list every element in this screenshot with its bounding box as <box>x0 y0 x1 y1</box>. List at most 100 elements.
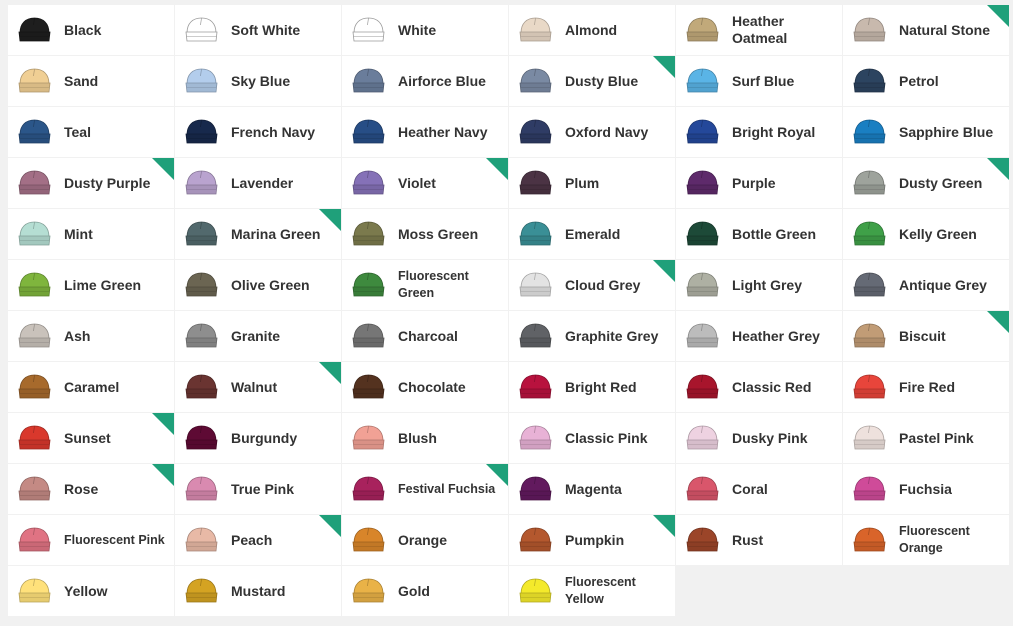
beanie-icon <box>18 221 51 246</box>
new-corner-badge <box>987 311 1009 333</box>
beanie-icon <box>352 323 385 348</box>
swatch-mint[interactable]: Mint <box>8 209 174 259</box>
beanie-icon <box>853 170 886 195</box>
swatch-chocolate[interactable]: Chocolate <box>342 362 508 412</box>
swatch-pastel-pink[interactable]: Pastel Pink <box>843 413 1009 463</box>
swatch-label: Kelly Green <box>899 225 977 242</box>
swatch-orange[interactable]: Orange <box>342 515 508 565</box>
swatch-true-pink[interactable]: True Pink <box>175 464 341 514</box>
new-corner-badge <box>486 464 508 486</box>
swatch-label: Emerald <box>565 225 621 242</box>
swatch-graphite-grey[interactable]: Graphite Grey <box>509 311 675 361</box>
swatch-peach[interactable]: Peach <box>175 515 341 565</box>
swatch-lime-green[interactable]: Lime Green <box>8 260 174 310</box>
swatch-fluorescent-yellow[interactable]: Fluorescent Yellow <box>509 566 675 616</box>
swatch-mustard[interactable]: Mustard <box>175 566 341 616</box>
swatch-dusty-blue[interactable]: Dusty Blue <box>509 56 675 106</box>
swatch-gold[interactable]: Gold <box>342 566 508 616</box>
swatch-heather-oatmeal[interactable]: Heather Oatmeal <box>676 5 842 55</box>
swatch-fluorescent-pink[interactable]: Fluorescent Pink <box>8 515 174 565</box>
swatch-fluorescent-orange[interactable]: Fluorescent Orange <box>843 515 1009 565</box>
swatch-label: Natural Stone <box>899 21 991 38</box>
swatch-petrol[interactable]: Petrol <box>843 56 1009 106</box>
beanie-icon <box>519 221 552 246</box>
swatch-dusty-green[interactable]: Dusty Green <box>843 158 1009 208</box>
swatch-fire-red[interactable]: Fire Red <box>843 362 1009 412</box>
beanie-icon <box>686 221 719 246</box>
swatch-kelly-green[interactable]: Kelly Green <box>843 209 1009 259</box>
swatch-sky-blue[interactable]: Sky Blue <box>175 56 341 106</box>
swatch-label: Peach <box>231 531 273 548</box>
swatch-violet[interactable]: Violet <box>342 158 508 208</box>
swatch-ash[interactable]: Ash <box>8 311 174 361</box>
swatch-airforce-blue[interactable]: Airforce Blue <box>342 56 508 106</box>
swatch-purple[interactable]: Purple <box>676 158 842 208</box>
swatch-label: Pumpkin <box>565 531 625 548</box>
swatch-label: Rose <box>64 480 99 497</box>
swatch-marina-green[interactable]: Marina Green <box>175 209 341 259</box>
swatch-sapphire-blue[interactable]: Sapphire Blue <box>843 107 1009 157</box>
swatch-black[interactable]: Black <box>8 5 174 55</box>
swatch-antique-grey[interactable]: Antique Grey <box>843 260 1009 310</box>
beanie-icon <box>185 68 218 93</box>
swatch-lavender[interactable]: Lavender <box>175 158 341 208</box>
swatch-emerald[interactable]: Emerald <box>509 209 675 259</box>
swatch-olive-green[interactable]: Olive Green <box>175 260 341 310</box>
swatch-label: Olive Green <box>231 276 310 293</box>
swatch-fluorescent-green[interactable]: Fluorescent Green <box>342 260 508 310</box>
swatch-caramel[interactable]: Caramel <box>8 362 174 412</box>
swatch-magenta[interactable]: Magenta <box>509 464 675 514</box>
swatch-dusky-pink[interactable]: Dusky Pink <box>676 413 842 463</box>
swatch-sand[interactable]: Sand <box>8 56 174 106</box>
swatch-biscuit[interactable]: Biscuit <box>843 311 1009 361</box>
swatch-light-grey[interactable]: Light Grey <box>676 260 842 310</box>
swatch-heather-grey[interactable]: Heather Grey <box>676 311 842 361</box>
swatch-granite[interactable]: Granite <box>175 311 341 361</box>
swatch-bright-red[interactable]: Bright Red <box>509 362 675 412</box>
swatch-classic-pink[interactable]: Classic Pink <box>509 413 675 463</box>
swatch-heather-navy[interactable]: Heather Navy <box>342 107 508 157</box>
swatch-yellow[interactable]: Yellow <box>8 566 174 616</box>
swatch-dusty-purple[interactable]: Dusty Purple <box>8 158 174 208</box>
swatch-festival-fuchsia[interactable]: Festival Fuchsia <box>342 464 508 514</box>
swatch-label: Heather Oatmeal <box>732 13 788 46</box>
swatch-coral[interactable]: Coral <box>676 464 842 514</box>
swatch-cloud-grey[interactable]: Cloud Grey <box>509 260 675 310</box>
beanie-icon <box>18 527 51 552</box>
swatch-sunset[interactable]: Sunset <box>8 413 174 463</box>
swatch-teal[interactable]: Teal <box>8 107 174 157</box>
swatch-french-navy[interactable]: French Navy <box>175 107 341 157</box>
swatch-label: Dusty Blue <box>565 72 639 89</box>
swatch-rust[interactable]: Rust <box>676 515 842 565</box>
beanie-icon <box>18 272 51 297</box>
swatch-blush[interactable]: Blush <box>342 413 508 463</box>
new-corner-badge <box>152 158 174 180</box>
swatch-walnut[interactable]: Walnut <box>175 362 341 412</box>
swatch-pumpkin[interactable]: Pumpkin <box>509 515 675 565</box>
beanie-icon <box>185 374 218 399</box>
swatch-oxford-navy[interactable]: Oxford Navy <box>509 107 675 157</box>
swatch-soft-white[interactable]: Soft White <box>175 5 341 55</box>
beanie-icon <box>686 374 719 399</box>
swatch-label: Magenta <box>565 480 622 497</box>
swatch-fuchsia[interactable]: Fuchsia <box>843 464 1009 514</box>
swatch-charcoal[interactable]: Charcoal <box>342 311 508 361</box>
beanie-icon <box>352 272 385 297</box>
swatch-moss-green[interactable]: Moss Green <box>342 209 508 259</box>
swatch-white[interactable]: White <box>342 5 508 55</box>
swatch-surf-blue[interactable]: Surf Blue <box>676 56 842 106</box>
swatch-label: White <box>398 21 437 38</box>
beanie-icon <box>686 119 719 144</box>
swatch-classic-red[interactable]: Classic Red <box>676 362 842 412</box>
swatch-almond[interactable]: Almond <box>509 5 675 55</box>
swatch-rose[interactable]: Rose <box>8 464 174 514</box>
swatch-natural-stone[interactable]: Natural Stone <box>843 5 1009 55</box>
swatch-label: Plum <box>565 174 600 191</box>
swatch-bottle-green[interactable]: Bottle Green <box>676 209 842 259</box>
swatch-plum[interactable]: Plum <box>509 158 675 208</box>
swatch-bright-royal[interactable]: Bright Royal <box>676 107 842 157</box>
new-corner-badge <box>152 413 174 435</box>
beanie-icon <box>185 527 218 552</box>
swatch-burgundy[interactable]: Burgundy <box>175 413 341 463</box>
beanie-icon <box>185 476 218 501</box>
